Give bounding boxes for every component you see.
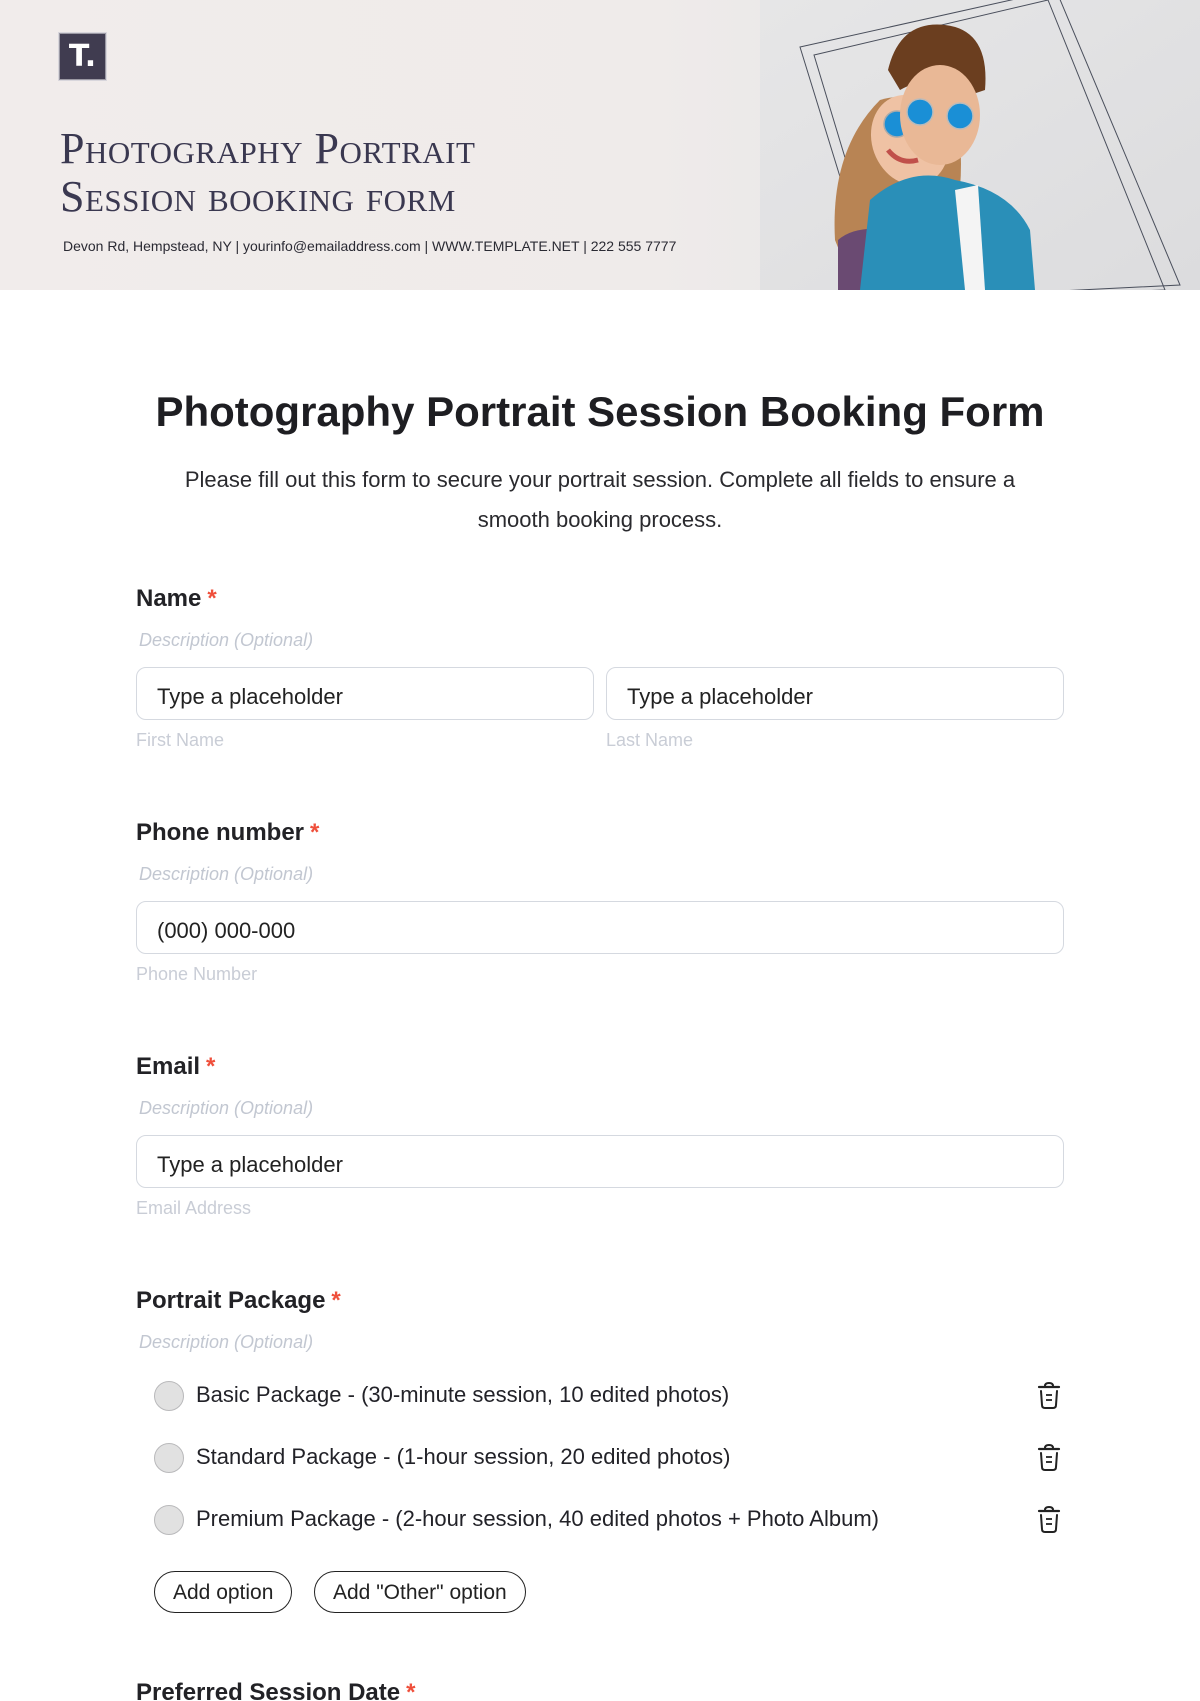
couple-photo (760, 0, 1200, 290)
form-subtitle: Please fill out this form to secure your… (150, 460, 1050, 540)
template-logo: T. (58, 32, 107, 81)
required-marker: * (331, 1287, 341, 1314)
add-other-option-button[interactable]: Add "Other" option (314, 1571, 526, 1613)
name-label: Name * (136, 585, 217, 613)
package-label: Portrait Package * (136, 1287, 341, 1315)
name-label-text: Name (136, 585, 202, 612)
radio-button[interactable] (154, 1443, 184, 1473)
form-subtitle-line1: Please fill out this form to secure your… (184, 467, 1016, 492)
banner-contact-info: Devon Rd, Hempstead, NY | yourinfo@email… (63, 238, 677, 254)
name-description[interactable]: Description (Optional) (139, 630, 313, 651)
radio-button[interactable] (154, 1381, 184, 1411)
option-label[interactable]: Basic Package - (30-minute session, 10 e… (196, 1382, 729, 1408)
package-description[interactable]: Description (Optional) (139, 1332, 313, 1353)
banner-title-line1: Photography Portrait (60, 124, 476, 173)
last-name-input[interactable]: Type a placeholder (606, 667, 1064, 720)
email-sublabel: Email Address (136, 1198, 252, 1218)
first-name-input[interactable]: Type a placeholder (136, 667, 594, 720)
trash-icon[interactable] (1034, 1380, 1064, 1412)
package-option[interactable]: Basic Package - (30-minute session, 10 e… (154, 1378, 1064, 1414)
phone-input[interactable]: (000) 000-000 (136, 901, 1064, 954)
phone-label-text: Phone number (136, 819, 305, 846)
first-name-sublabel: First Name (136, 730, 225, 750)
form-subtitle-line2: smooth booking process. (477, 507, 723, 532)
email-label: Email * (136, 1053, 215, 1081)
last-name-sublabel: Last Name (606, 730, 694, 750)
session-date-label: Preferred Session Date * (136, 1679, 415, 1701)
package-label-text: Portrait Package (136, 1287, 326, 1314)
email-input[interactable]: Type a placeholder (136, 1135, 1064, 1188)
radio-button[interactable] (154, 1505, 184, 1535)
phone-sublabel: Phone Number (136, 964, 258, 984)
form-title: Photography Portrait Session Booking For… (155, 388, 1045, 435)
package-option[interactable]: Standard Package - (1-hour session, 20 e… (154, 1440, 1064, 1476)
email-label-text: Email (136, 1053, 201, 1080)
banner-title-line2: Session booking form (60, 172, 456, 221)
option-label[interactable]: Standard Package - (1-hour session, 20 e… (196, 1444, 730, 1470)
package-option[interactable]: Premium Package - (2-hour session, 40 ed… (154, 1502, 1064, 1538)
required-marker: * (206, 1053, 216, 1080)
trash-icon[interactable] (1034, 1442, 1064, 1474)
header-banner: T. Photography Portrait Session booking … (0, 0, 1200, 290)
banner-title: Photography Portrait Session booking for… (60, 125, 475, 221)
email-description[interactable]: Description (Optional) (139, 1098, 313, 1119)
required-marker: * (207, 585, 217, 612)
phone-description[interactable]: Description (Optional) (139, 864, 313, 885)
trash-icon[interactable] (1034, 1504, 1064, 1536)
required-marker: * (310, 819, 320, 846)
option-label[interactable]: Premium Package - (2-hour session, 40 ed… (196, 1506, 879, 1532)
required-marker: * (406, 1679, 416, 1701)
add-option-button[interactable]: Add option (154, 1571, 293, 1613)
phone-label: Phone number * (136, 819, 319, 847)
session-date-label-text: Preferred Session Date (136, 1679, 401, 1701)
